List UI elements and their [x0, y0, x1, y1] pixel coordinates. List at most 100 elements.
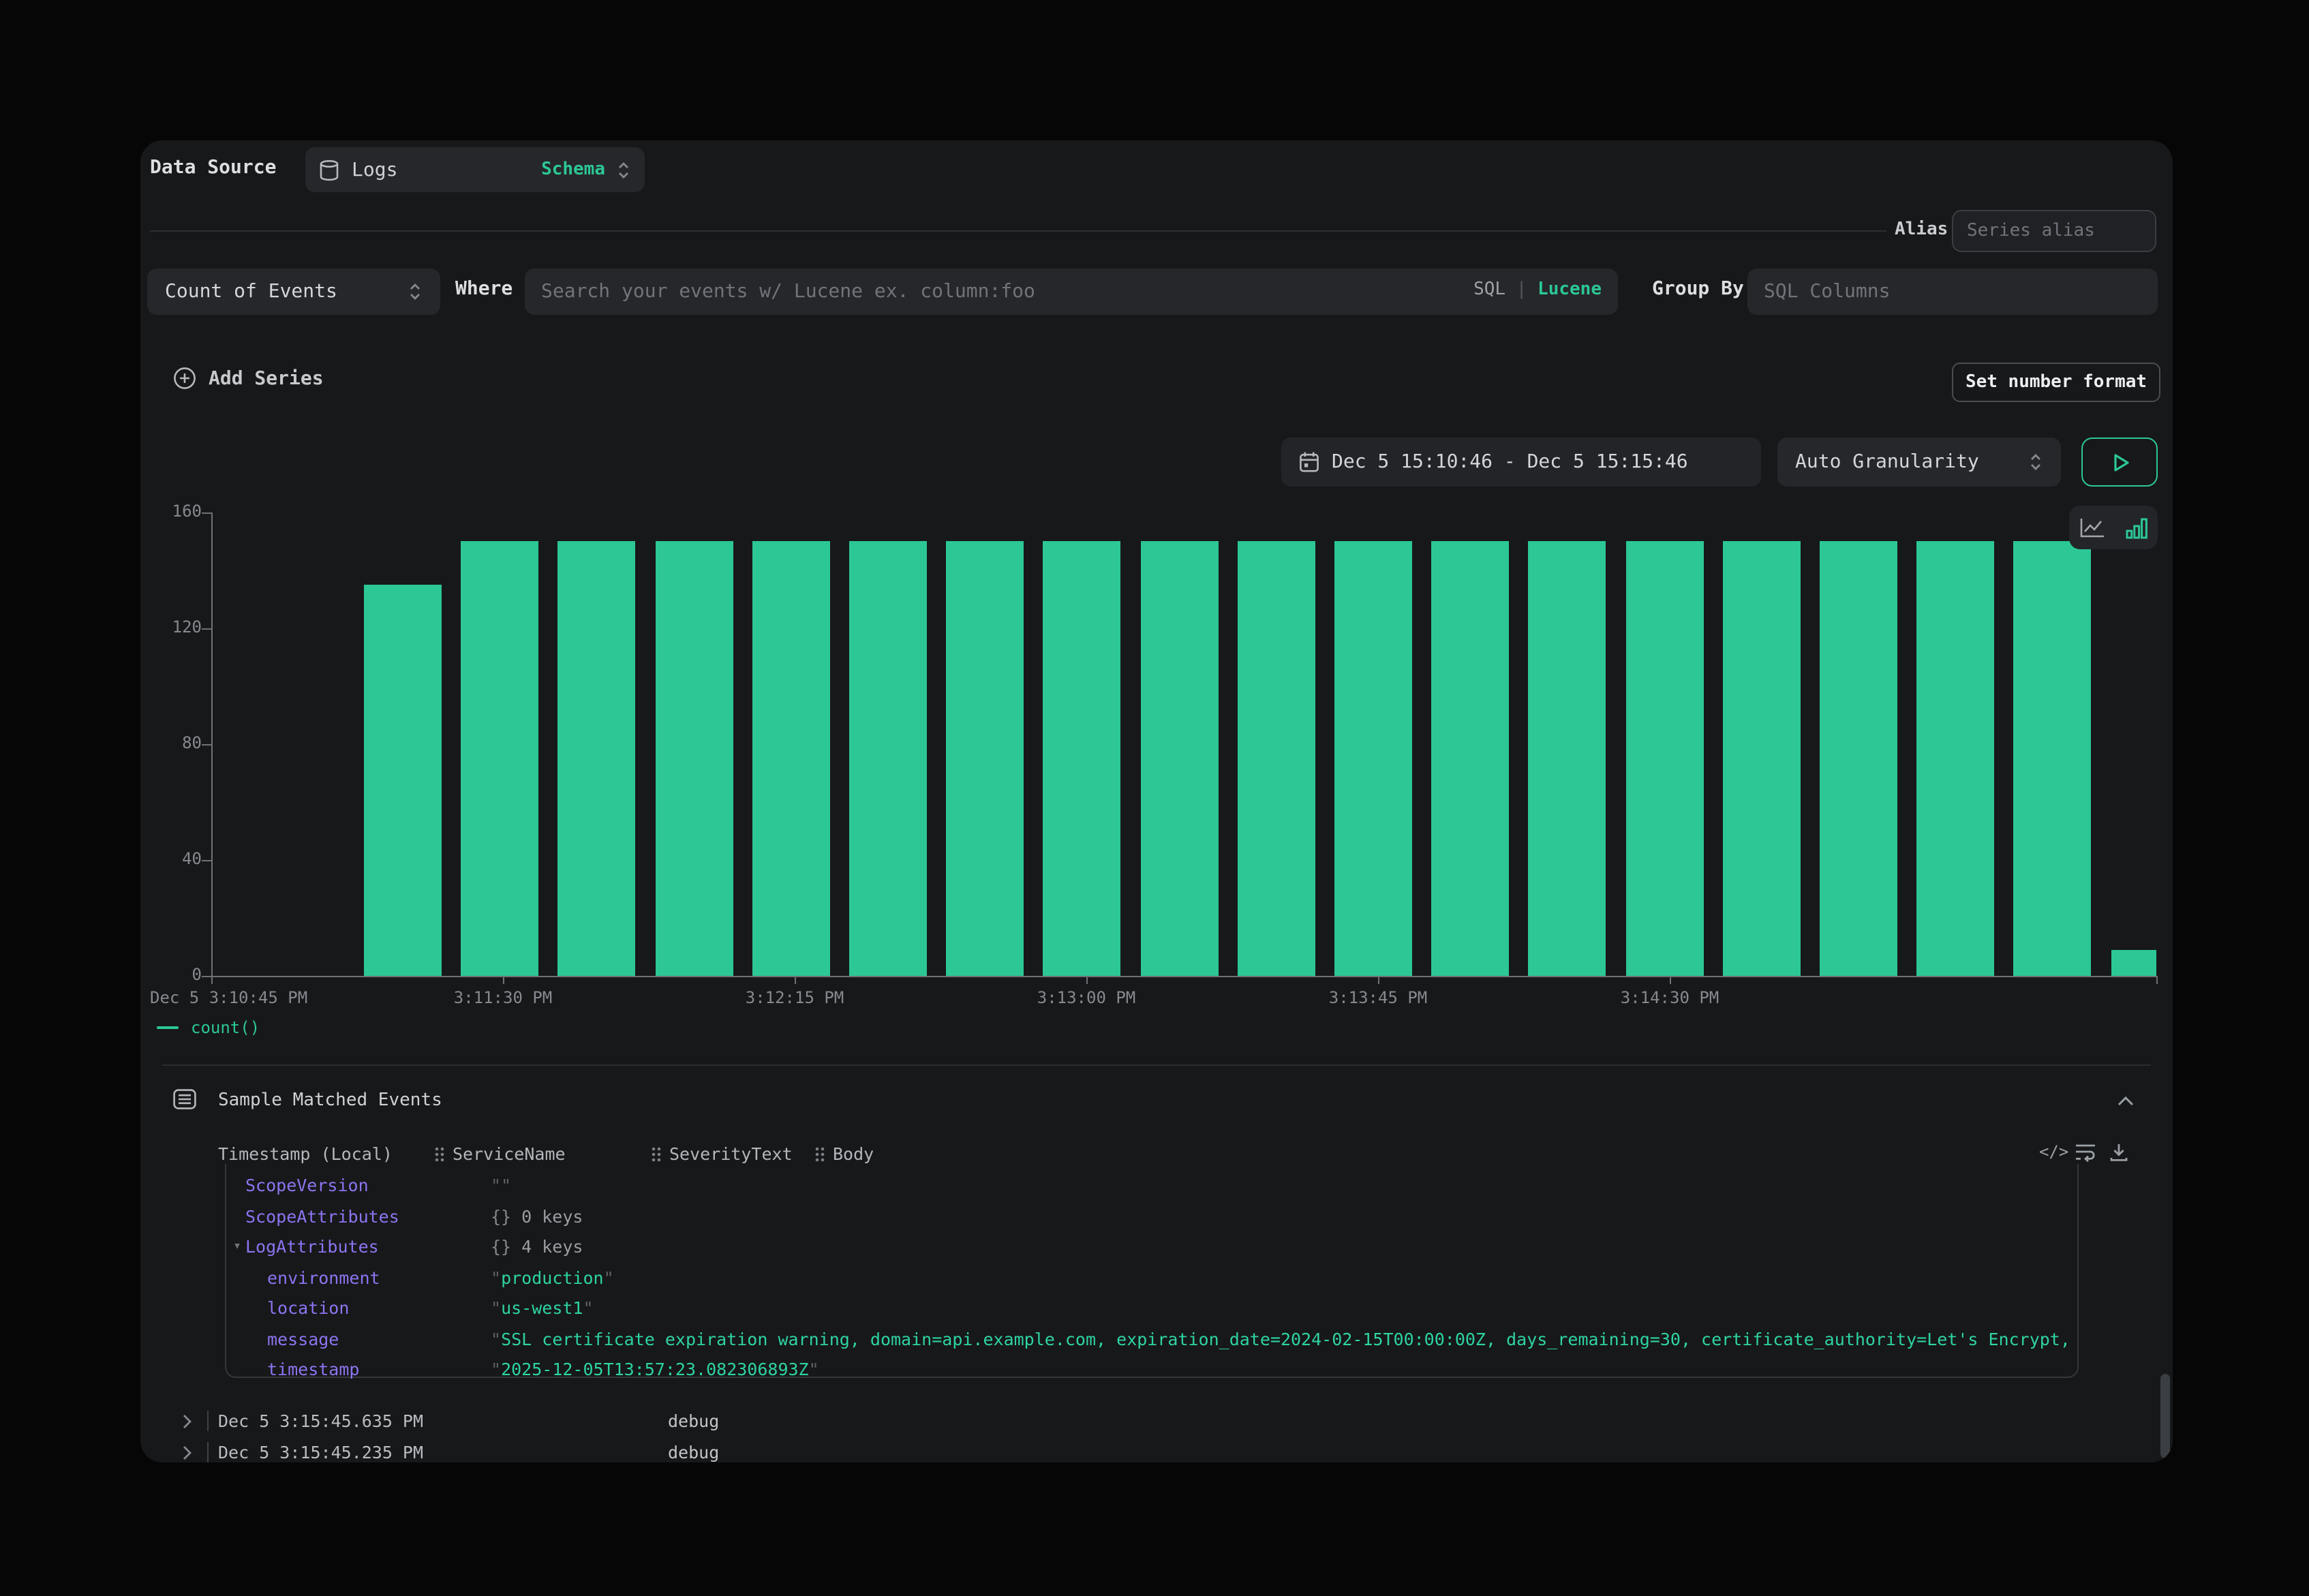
timeseries-chart: 04080120160 Dec 5 3:10:45 PM3:11:30 PM3:… [140, 495, 2173, 1040]
event-row[interactable]: Dec 5 3:15:45.635 PM debug [140, 1407, 2173, 1437]
event-row[interactable]: Dec 5 3:15:45.235 PM debug [140, 1437, 2173, 1462]
event-severity: debug [668, 1411, 719, 1431]
divider [162, 1064, 2151, 1066]
code-view-icon[interactable]: </> [2039, 1142, 2068, 1161]
y-tick [202, 512, 211, 514]
alias-label: Alias [1895, 219, 1948, 240]
chevron-updown-icon [408, 281, 423, 303]
aggregate-select[interactable]: Count of Events [147, 268, 440, 315]
attribute-value: "" [491, 1171, 2066, 1201]
column-header-body[interactable]: Body [814, 1144, 874, 1164]
aggregate-value: Count of Events [165, 281, 337, 303]
x-tick-label: 3:13:45 PM [1329, 988, 1428, 1007]
event-severity: debug [668, 1441, 719, 1462]
x-tick [503, 976, 504, 984]
attribute-row[interactable]: timestamp"2025-12-05T13:57:23.082306893Z… [226, 1355, 2077, 1379]
chart-explorer-panel: Data Source Logs Schema Alias Count of E… [140, 140, 2173, 1462]
add-series-button[interactable]: Add Series [173, 367, 324, 390]
query-language-toggle[interactable]: SQL | Lucene [1473, 279, 1602, 300]
y-axis-line [211, 512, 213, 977]
attribute-row[interactable]: ScopeAttributes {} 0 keys [226, 1201, 2077, 1232]
granularity-select[interactable]: Auto Granularity [1777, 438, 2061, 487]
database-icon [319, 159, 339, 181]
bar [1140, 542, 1218, 977]
attribute-row[interactable]: ScopeVersion"" [226, 1171, 2077, 1201]
x-tick-label: Dec 5 3:10:45 PM [150, 988, 307, 1007]
expand-chevron-icon[interactable] [183, 1444, 192, 1460]
search-input[interactable] [525, 268, 1618, 315]
run-query-button[interactable] [2081, 438, 2158, 487]
bar [1043, 542, 1121, 977]
drag-handle-icon[interactable] [814, 1144, 826, 1163]
add-series-label: Add Series [209, 367, 324, 389]
attribute-row[interactable]: ▾LogAttributes{} 4 keys [226, 1232, 2077, 1263]
expanded-event-viewport[interactable]: ScopeVersion""ScopeAttributes{} 0 keys▾L… [225, 1164, 2079, 1379]
collapse-section-icon[interactable] [2117, 1096, 2135, 1107]
bar-chart-icon[interactable] [2125, 516, 2148, 539]
x-tick [1670, 976, 1671, 984]
column-header-servicename[interactable]: ServiceName [433, 1144, 566, 1164]
attr-rows: ScopeVersion""ScopeAttributes{} 0 keys▾L… [226, 1171, 2077, 1379]
drag-handle-icon[interactable] [650, 1144, 662, 1163]
where-label: Where [455, 278, 513, 300]
set-number-format-button[interactable]: Set number format [1952, 363, 2160, 402]
attribute-value: "SSL certificate expiration warning, dom… [491, 1324, 2066, 1355]
y-tick [202, 628, 211, 630]
attribute-key: message [267, 1324, 339, 1355]
row-separator [207, 1411, 209, 1431]
lucene-option[interactable]: Lucene [1538, 279, 1602, 300]
bar [461, 542, 538, 977]
chart-legend: count() [157, 1018, 260, 1037]
alias-input[interactable] [1952, 210, 2156, 252]
granularity-value: Auto Granularity [1795, 451, 1979, 473]
attribute-row[interactable]: location"us-west1" [226, 1293, 2077, 1324]
data-source-label: Data Source [150, 157, 276, 179]
event-timestamp: Dec 5 3:15:45.635 PM [218, 1411, 423, 1431]
schema-link[interactable]: Schema [541, 159, 605, 180]
bar [1916, 542, 1994, 977]
attribute-row[interactable]: environment"production" [226, 1263, 2077, 1293]
plus-circle-icon [173, 367, 196, 390]
column-label: SeverityText [669, 1144, 793, 1164]
data-source-value: Logs [352, 159, 397, 181]
collapse-triangle-icon[interactable]: ▾ [233, 1232, 241, 1263]
column-label: ServiceName [453, 1144, 566, 1164]
expanded-event-attributes: ScopeVersion""ScopeAttributes{} 0 keys▾L… [225, 1164, 2079, 1378]
column-header-timestamp[interactable]: Timestamp (Local) [218, 1144, 393, 1164]
x-tick-label: 3:11:30 PM [454, 988, 553, 1007]
column-header-severitytext[interactable]: SeverityText [650, 1144, 793, 1164]
attribute-key: environment [267, 1263, 380, 1293]
event-timestamp: Dec 5 3:15:45.235 PM [218, 1441, 423, 1462]
text-wrap-icon[interactable] [2075, 1142, 2096, 1163]
bar-plot [140, 495, 2173, 1040]
attribute-key: ScopeAttributes [245, 1201, 399, 1232]
legend-swatch [157, 1026, 179, 1030]
chevron-updown-icon [2028, 451, 2043, 473]
attribute-value: {} 0 keys [491, 1201, 2066, 1232]
download-icon[interactable] [2109, 1142, 2129, 1163]
bar [1723, 542, 1801, 977]
group-by-label: Group By [1652, 278, 1744, 300]
expand-chevron-icon[interactable] [183, 1413, 192, 1430]
group-by-input[interactable] [1747, 268, 2158, 315]
line-chart-icon[interactable] [2079, 516, 2106, 539]
x-tick-label: 3:14:30 PM [1621, 988, 1719, 1007]
bar [1334, 542, 1412, 977]
bar [558, 542, 636, 977]
drag-handle-icon[interactable] [433, 1144, 446, 1163]
bar [364, 585, 442, 976]
scrollbar-thumb[interactable] [2160, 1374, 2170, 1458]
column-label: Timestamp (Local) [218, 1144, 393, 1164]
data-source-select[interactable]: Logs Schema [305, 147, 645, 192]
chart-type-toggle [2069, 506, 2158, 549]
time-range-picker[interactable]: Dec 5 15:10:46 - Dec 5 15:15:46 [1281, 438, 1761, 487]
bar [1625, 542, 1703, 977]
attribute-key: timestamp [267, 1355, 359, 1379]
sample-matched-events-title: Sample Matched Events [218, 1090, 442, 1111]
attribute-key: LogAttributes [245, 1232, 379, 1263]
y-tick [202, 976, 211, 977]
sql-option[interactable]: SQL [1473, 279, 1505, 300]
attribute-row[interactable]: message "SSL certificate expiration warni… [226, 1324, 2077, 1355]
attribute-value: "us-west1" [491, 1293, 2066, 1324]
language-separator: | [1516, 279, 1527, 300]
